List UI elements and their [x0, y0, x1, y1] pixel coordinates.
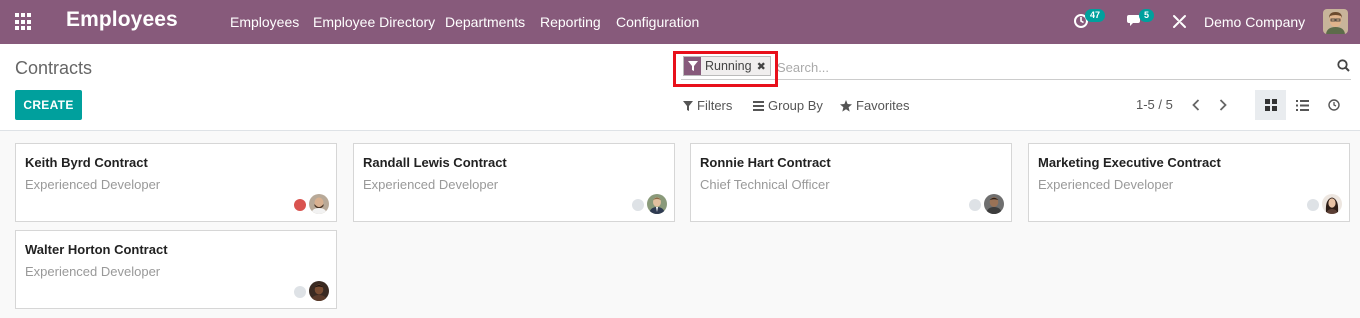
- group-by-label: Group By: [768, 98, 823, 113]
- chevron-right-icon: [1219, 99, 1227, 111]
- contract-card[interactable]: Walter Horton Contract Experienced Devel…: [15, 230, 337, 309]
- card-job-title: Chief Technical Officer: [700, 177, 830, 192]
- facet-remove-icon[interactable]: ✖: [757, 60, 770, 73]
- status-dot[interactable]: [969, 199, 981, 211]
- company-switcher[interactable]: Demo Company: [1204, 14, 1305, 30]
- status-dot[interactable]: [632, 199, 644, 211]
- app-title[interactable]: Employees: [66, 8, 178, 32]
- menu-departments[interactable]: Departments: [445, 14, 525, 30]
- pager-value[interactable]: 1-5 / 5: [1136, 97, 1173, 112]
- user-avatar[interactable]: [1323, 9, 1348, 34]
- employee-avatar: [309, 194, 329, 214]
- clock-icon: [1327, 99, 1340, 111]
- pager-previous[interactable]: [1188, 96, 1204, 114]
- employee-avatar: [647, 194, 667, 214]
- favorites-dropdown[interactable]: Favorites: [840, 98, 909, 113]
- filter-icon: [684, 57, 701, 75]
- filter-icon: [683, 100, 693, 111]
- messages-button[interactable]: 5: [1127, 9, 1155, 31]
- menu-reporting[interactable]: Reporting: [540, 14, 601, 30]
- status-dot[interactable]: [294, 286, 306, 298]
- tools-button[interactable]: [1172, 14, 1190, 32]
- activity-view-button[interactable]: [1318, 90, 1349, 120]
- message-count-badge: 5: [1139, 9, 1155, 22]
- card-job-title: Experienced Developer: [25, 264, 161, 279]
- activity-button[interactable]: 47: [1073, 9, 1106, 31]
- top-navbar: Employees Employees Employee Directory D…: [0, 0, 1360, 44]
- tools-icon: [1173, 15, 1186, 28]
- status-dot[interactable]: [294, 199, 306, 211]
- search-icon[interactable]: [1337, 59, 1350, 75]
- menu-employee-directory[interactable]: Employee Directory: [313, 14, 435, 30]
- employee-avatar: [1322, 194, 1342, 214]
- status-dot[interactable]: [1307, 199, 1319, 211]
- card-job-title: Experienced Developer: [363, 177, 499, 192]
- search-input[interactable]: [777, 58, 1317, 76]
- card-title: Keith Byrd Contract: [25, 155, 148, 170]
- list-icon: [753, 100, 764, 111]
- group-by-dropdown[interactable]: Group By: [753, 98, 823, 113]
- search-bar: Running ✖: [681, 53, 1351, 80]
- menu-configuration[interactable]: Configuration: [616, 14, 699, 30]
- contract-card[interactable]: Ronnie Hart Contract Chief Technical Off…: [690, 143, 1012, 222]
- search-facet-running[interactable]: Running ✖: [683, 56, 771, 76]
- chevron-left-icon: [1192, 99, 1200, 111]
- card-title: Ronnie Hart Contract: [700, 155, 831, 170]
- favorites-label: Favorites: [856, 98, 910, 113]
- filters-label: Filters: [697, 98, 733, 113]
- employee-avatar: [309, 281, 329, 301]
- filters-dropdown[interactable]: Filters: [683, 98, 732, 113]
- breadcrumb: Contracts: [15, 58, 93, 78]
- card-title: Marketing Executive Contract: [1038, 155, 1221, 170]
- kanban-view-button[interactable]: [1255, 90, 1286, 120]
- card-job-title: Experienced Developer: [1038, 177, 1174, 192]
- create-button[interactable]: CREATE: [15, 90, 82, 120]
- menu-employees[interactable]: Employees: [230, 14, 299, 30]
- control-panel: Contracts CREATE Running ✖ Filters Group…: [0, 44, 1360, 131]
- list-view-button[interactable]: [1287, 90, 1318, 120]
- activity-count-badge: 47: [1085, 9, 1106, 22]
- contract-card[interactable]: Randall Lewis Contract Experienced Devel…: [353, 143, 675, 222]
- kanban-icon: [1264, 99, 1277, 111]
- card-title: Randall Lewis Contract: [363, 155, 507, 170]
- user-avatar-image: [1323, 9, 1348, 34]
- pager-next[interactable]: [1215, 96, 1231, 114]
- contract-card[interactable]: Keith Byrd Contract Experienced Develope…: [15, 143, 337, 222]
- contract-card[interactable]: Marketing Executive Contract Experienced…: [1028, 143, 1350, 222]
- facet-label: Running: [705, 59, 752, 73]
- employee-avatar: [984, 194, 1004, 214]
- list-view-icon: [1296, 99, 1309, 111]
- star-icon: [840, 99, 852, 112]
- card-title: Walter Horton Contract: [25, 242, 168, 257]
- card-job-title: Experienced Developer: [25, 177, 161, 192]
- apps-menu-icon[interactable]: [15, 13, 33, 31]
